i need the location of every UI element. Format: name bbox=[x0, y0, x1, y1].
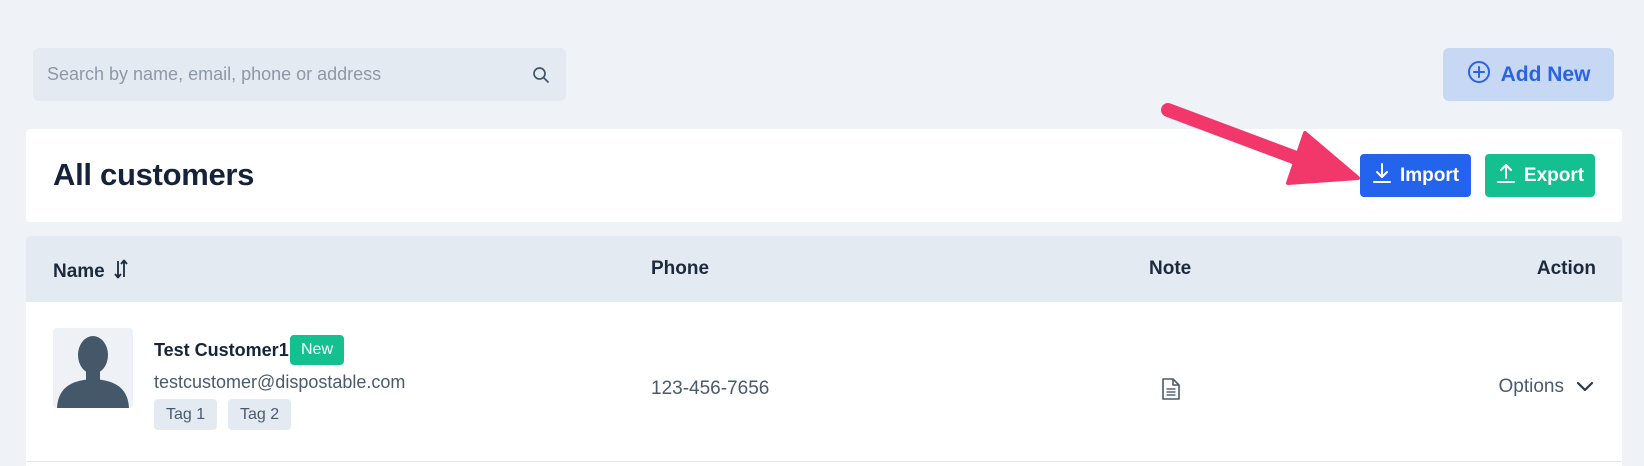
status-badge: New bbox=[290, 335, 345, 365]
customer-name[interactable]: Test Customer1 bbox=[154, 340, 289, 361]
import-label: Import bbox=[1399, 164, 1460, 186]
document-icon[interactable] bbox=[1161, 377, 1181, 406]
table-row[interactable]: Test Customer1 New testcustomer@disposta… bbox=[26, 302, 1622, 462]
customers-page: Add New All customers Import bbox=[0, 0, 1644, 466]
tag-chip: Tag 1 bbox=[154, 399, 218, 430]
search-box[interactable] bbox=[33, 48, 566, 101]
column-header-phone: Phone bbox=[651, 258, 710, 279]
customer-email: testcustomer@dispostable.com bbox=[154, 372, 406, 392]
search-icon[interactable] bbox=[530, 64, 552, 86]
add-new-label: Add New bbox=[1500, 62, 1591, 86]
table-header: Name Phone Note Action bbox=[26, 236, 1622, 302]
export-button[interactable]: Export bbox=[1485, 154, 1595, 197]
column-header-action: Action bbox=[1536, 258, 1596, 279]
customer-phone: 123-456-7656 bbox=[651, 378, 770, 399]
upload-icon bbox=[1496, 162, 1516, 190]
avatar bbox=[53, 328, 133, 408]
column-name-label: Name bbox=[53, 261, 105, 282]
search-input[interactable] bbox=[47, 64, 530, 85]
chevron-down-icon bbox=[1576, 376, 1594, 398]
download-icon bbox=[1372, 162, 1392, 190]
add-new-button[interactable]: Add New bbox=[1443, 48, 1614, 101]
customers-table: Name Phone Note Action Test Customer1 Ne… bbox=[26, 236, 1622, 466]
import-button[interactable]: Import bbox=[1360, 154, 1471, 197]
page-title: All customers bbox=[53, 157, 255, 192]
column-header-name[interactable]: Name bbox=[53, 258, 129, 286]
plus-circle-icon bbox=[1467, 60, 1491, 90]
page-header-card: All customers Import Export bbox=[26, 129, 1622, 222]
export-label: Export bbox=[1523, 164, 1585, 186]
tag-chip: Tag 2 bbox=[228, 399, 292, 430]
options-label: Options bbox=[1498, 376, 1564, 397]
options-dropdown[interactable]: Options bbox=[1499, 376, 1594, 398]
person-silhouette-icon bbox=[57, 336, 129, 408]
column-header-note: Note bbox=[1149, 258, 1192, 279]
sort-icon[interactable] bbox=[113, 258, 129, 286]
